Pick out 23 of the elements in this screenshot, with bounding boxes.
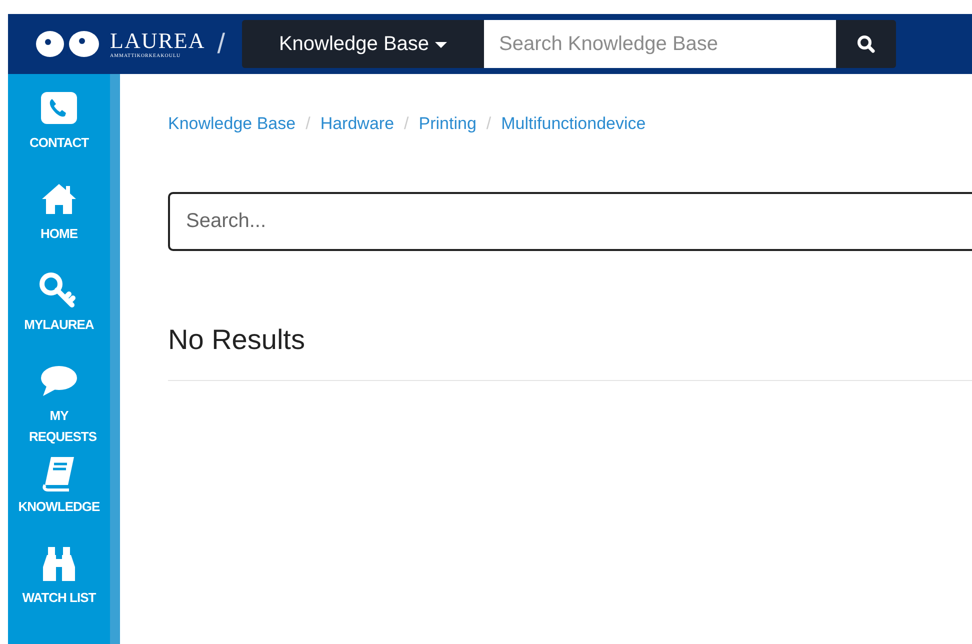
breadcrumb-link[interactable]: Hardware <box>320 111 394 136</box>
sidebar-item[interactable]: MYLAUREA <box>8 272 110 363</box>
breadcrumb-separator: / <box>485 113 492 135</box>
knowledge-base-dropdown[interactable]: Knowledge Base <box>242 20 484 68</box>
breadcrumb-link[interactable]: Multifunctiondevice <box>501 111 646 136</box>
caret-icon <box>435 42 448 48</box>
breadcrumb-separator: / <box>304 113 312 135</box>
breadcrumb-separator: / <box>403 113 410 135</box>
breadcrumb-link[interactable]: Printing <box>418 111 476 136</box>
logo-name: LAUREA <box>110 30 206 52</box>
breadcrumb-link[interactable]: Knowledge Base <box>168 111 296 136</box>
sidebar-item[interactable]: KNOWLEDGE <box>8 454 110 545</box>
results-heading: No Results <box>168 322 972 382</box>
search-button[interactable] <box>836 20 896 68</box>
search-icon <box>857 35 875 53</box>
header-separator: / <box>217 27 225 61</box>
sidebar-item[interactable]: MY REQUESTS <box>8 363 110 454</box>
search-field[interactable]: Search... <box>168 192 972 250</box>
sidebar-item[interactable]: CONTACT <box>8 90 110 181</box>
search-field[interactable]: Search Knowledge Base <box>484 20 836 68</box>
sidebar-item[interactable]: WATCH LIST <box>8 545 110 636</box>
logo-icon <box>36 29 100 59</box>
sidebar-item[interactable]: HOME <box>8 181 110 272</box>
